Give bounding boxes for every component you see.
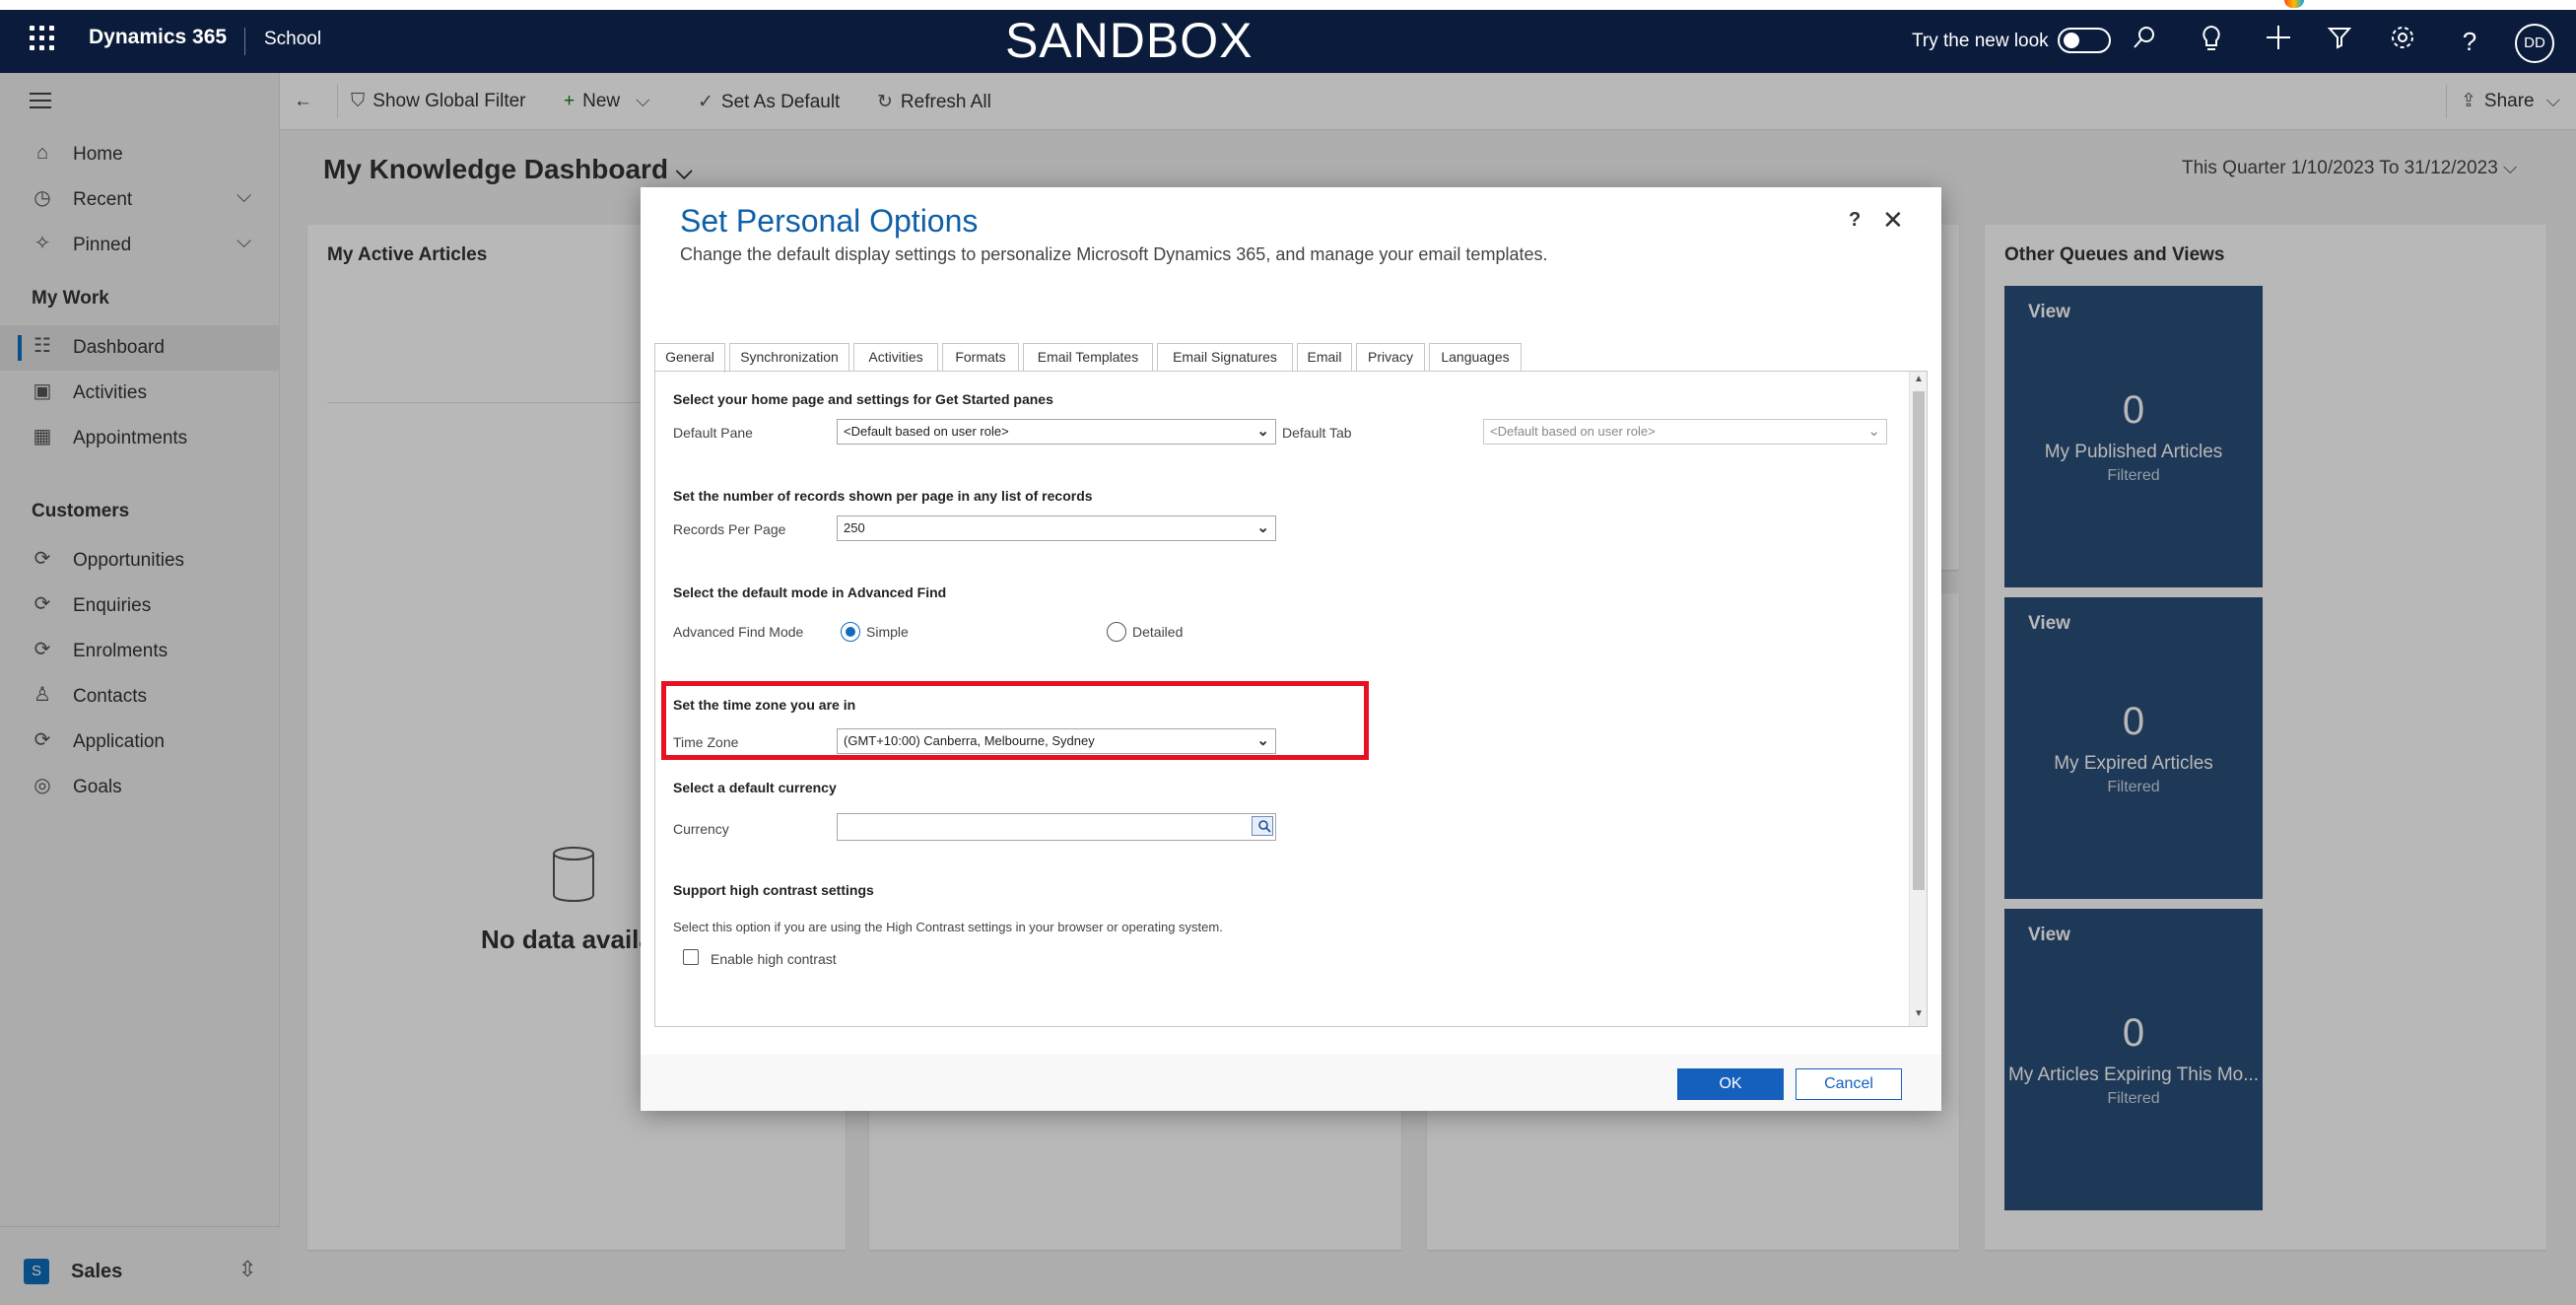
section-heading: Set the number of records shown per page…: [673, 488, 1093, 504]
tab-privacy[interactable]: Privacy: [1356, 343, 1425, 371]
time-zone-label: Time Zone: [673, 734, 739, 750]
lightbulb-icon[interactable]: [2194, 24, 2229, 59]
top-bar: Dynamics 365 School SANDBOX Try the new …: [0, 10, 2576, 73]
app-launcher-icon[interactable]: [30, 26, 57, 53]
lookup-icon[interactable]: [1252, 816, 1273, 836]
dialog-title: Set Personal Options: [680, 203, 979, 239]
radio-unselected-icon: [1107, 622, 1126, 642]
tab-general[interactable]: General: [654, 343, 725, 373]
plus-icon[interactable]: [2261, 24, 2296, 59]
divider: [244, 28, 245, 55]
section-heading: Support high contrast settings: [673, 882, 874, 898]
scrollbar-thumb[interactable]: [1913, 391, 1925, 890]
chevron-down-icon: ⌄: [1867, 423, 1880, 440]
high-contrast-description: Select this option if you are using the …: [673, 920, 1223, 934]
section-heading: Select your home page and settings for G…: [673, 391, 1053, 407]
corner-badge: [2284, 0, 2304, 8]
scroll-down-icon[interactable]: ▼: [1914, 1008, 1924, 1019]
help-icon[interactable]: ?: [2452, 24, 2487, 59]
default-tab-label: Default Tab: [1282, 425, 1352, 441]
chevron-down-icon: ⌄: [1256, 732, 1269, 749]
set-personal-options-dialog: Set Personal Options Change the default …: [641, 187, 1941, 1111]
section-heading: Select the default mode in Advanced Find: [673, 584, 947, 600]
time-zone-value: (GMT+10:00) Canberra, Melbourne, Sydney: [844, 733, 1095, 748]
search-icon[interactable]: [2127, 24, 2162, 59]
radio-selected-icon: [841, 622, 860, 642]
scroll-up-icon[interactable]: ▲: [1914, 374, 1924, 384]
gear-icon[interactable]: [2385, 24, 2420, 59]
detailed-radio-label: Detailed: [1132, 624, 1184, 640]
tab-languages[interactable]: Languages: [1429, 343, 1522, 371]
default-tab-select[interactable]: <Default based on user role> ⌄: [1483, 419, 1887, 445]
user-avatar[interactable]: DD: [2515, 24, 2554, 63]
general-tab-content: Select your home page and settings for G…: [654, 371, 1928, 1027]
close-icon[interactable]: ✕: [1882, 205, 1904, 236]
section-heading: Select a default currency: [673, 780, 837, 795]
default-pane-label: Default Pane: [673, 425, 753, 441]
dialog-subtitle: Change the default display settings to p…: [680, 244, 1548, 264]
tab-synchronization[interactable]: Synchronization: [729, 343, 849, 371]
filter-icon[interactable]: [2322, 24, 2357, 59]
vertical-scrollbar[interactable]: ▲ ▼: [1909, 372, 1927, 1026]
section-heading: Set the time zone you are in: [673, 697, 856, 713]
tab-email-templates[interactable]: Email Templates: [1023, 343, 1153, 371]
cancel-button[interactable]: Cancel: [1796, 1068, 1902, 1100]
tab-formats[interactable]: Formats: [942, 343, 1019, 371]
default-tab-value: <Default based on user role>: [1490, 424, 1656, 439]
enable-high-contrast-checkbox[interactable]: [683, 949, 699, 965]
records-per-page-value: 250: [844, 520, 865, 535]
time-zone-select[interactable]: (GMT+10:00) Canberra, Melbourne, Sydney …: [837, 728, 1276, 754]
default-pane-select[interactable]: <Default based on user role> ⌄: [837, 419, 1276, 445]
advanced-find-mode-label: Advanced Find Mode: [673, 624, 804, 640]
currency-label: Currency: [673, 821, 729, 837]
app-name[interactable]: Dynamics 365: [89, 26, 227, 49]
tab-activities[interactable]: Activities: [853, 343, 938, 371]
tab-email[interactable]: Email: [1297, 343, 1352, 371]
try-new-look-label: Try the new look: [1912, 31, 2049, 51]
try-new-look-toggle[interactable]: [2058, 28, 2111, 53]
environment-name[interactable]: School: [264, 29, 321, 50]
currency-lookup-input[interactable]: [837, 813, 1276, 841]
records-per-page-select[interactable]: 250 ⌄: [837, 515, 1276, 541]
records-per-page-label: Records Per Page: [673, 521, 786, 537]
chevron-down-icon: ⌄: [1256, 519, 1269, 536]
ok-button[interactable]: OK: [1677, 1068, 1784, 1100]
enable-high-contrast-label: Enable high contrast: [711, 951, 837, 967]
help-icon[interactable]: ?: [1849, 209, 1861, 232]
sandbox-banner: SANDBOX: [1005, 13, 1254, 68]
simple-radio-label: Simple: [866, 624, 909, 640]
default-pane-value: <Default based on user role>: [844, 424, 1009, 439]
tab-email-signatures[interactable]: Email Signatures: [1157, 343, 1293, 371]
chevron-down-icon: ⌄: [1256, 423, 1269, 440]
